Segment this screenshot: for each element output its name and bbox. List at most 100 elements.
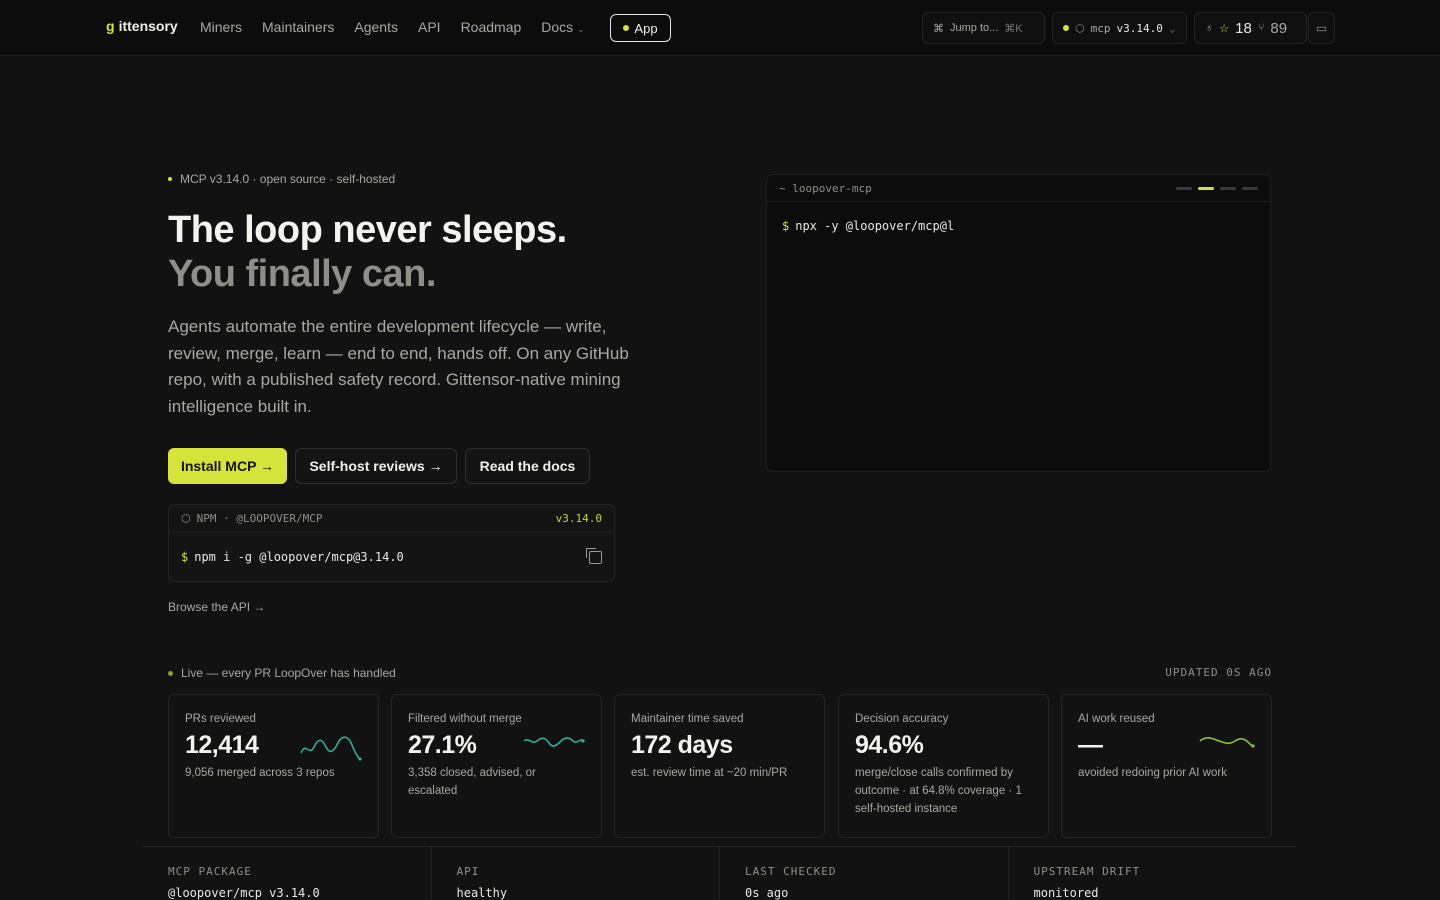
stat-sub: merge/close calls confirmed by outcome ·… [855, 767, 1022, 815]
nav-item-docs-label: Docs [541, 19, 574, 35]
stat-card-prs-reviewed: PRs reviewed 12,414 9,056 merged across … [168, 694, 379, 838]
mcp-label: mcp [1090, 21, 1111, 35]
fork-count: 89 [1270, 19, 1288, 37]
stat-label: Filtered without merge [408, 713, 522, 725]
pager-dot-active[interactable] [1198, 186, 1214, 190]
install-mcp-button[interactable]: Install MCP → [168, 448, 287, 484]
package-icon: ⬡ [181, 512, 191, 525]
stat-value: 94.6% [855, 731, 924, 759]
status-key: API [456, 865, 480, 878]
status-cell-api: API healthy [432, 847, 720, 900]
hero-eyebrow: MCP v3.14.0 · open source · self-hosted [168, 172, 395, 186]
stat-value: 172 days [631, 731, 733, 759]
stat-card-ai-reused: AI work reused — avoided redoing prior A… [1061, 694, 1272, 838]
main-nav: Miners Maintainers Agents API Roadmap Do… [200, 19, 585, 35]
github-icon: ♁ [1205, 22, 1214, 34]
stat-card-accuracy: Decision accuracy 94.6% merge/close call… [838, 694, 1049, 838]
status-value: 0s ago [745, 886, 789, 900]
status-key: LAST CHECKED [745, 865, 837, 878]
updated-timestamp: UPDATED 0S AGO [1165, 666, 1272, 679]
npm-command-text: npm i -g @loopover/mcp@3.14.0 [194, 550, 404, 564]
copy-icon[interactable] [586, 547, 602, 564]
stat-label: PRs reviewed [185, 713, 256, 725]
brand-mark-icon: g [106, 18, 115, 34]
stat-label: Decision accuracy [855, 713, 949, 725]
stat-sub: 3,358 closed, advised, or escalated [408, 767, 536, 797]
mcp-version-selector[interactable]: ⬡ mcp v3.14.0 ⌄ [1052, 12, 1187, 44]
status-value: @loopover/mcp v3.14.0 [168, 886, 320, 900]
status-strip: MCP PACKAGE @loopover/mcp v3.14.0 API he… [143, 846, 1296, 900]
npm-card-header: ⬡ NPM · @LOOPOVER/MCP v3.14.0 [169, 505, 614, 533]
theme-toggle-button[interactable]: ▭ [1308, 12, 1335, 44]
self-host-reviews-button[interactable]: Self-host reviews → [295, 448, 457, 484]
stat-sub: est. review time at ~20 min/PR [631, 767, 788, 779]
nav-item-roadmap[interactable]: Roadmap [461, 19, 522, 35]
pager-dot[interactable] [1220, 186, 1236, 190]
mcp-version: v3.14.0 [1116, 21, 1163, 35]
app-button-label: App [634, 20, 658, 36]
terminal-title: ~ loopover-mcp [779, 181, 872, 195]
stat-card-time-saved: Maintainer time saved 172 days est. revi… [614, 694, 825, 838]
terminal-line: $ npx -y @loopover/mcp@l [767, 202, 1270, 250]
pager-dot[interactable] [1242, 186, 1258, 190]
eyebrow-dot-icon [168, 177, 172, 181]
stat-card-filtered: Filtered without merge 27.1% 3,358 close… [391, 694, 602, 838]
live-label: Live — every PR LoopOver has handled [168, 666, 396, 680]
panel-icon: ▭ [1315, 21, 1328, 35]
stat-label: Maintainer time saved [631, 713, 744, 725]
eyebrow-text: MCP v3.14.0 · open source · self-hosted [180, 172, 396, 186]
chevron-down-icon: ⌄ [577, 24, 585, 34]
star-icon: ☆ [1219, 22, 1230, 35]
stat-sub: 9,056 merged across 3 repos [185, 767, 335, 779]
live-dot-icon [168, 670, 173, 676]
npm-install-card: ⬡ NPM · @LOOPOVER/MCP v3.14.0 $ npm i -g @… [168, 504, 615, 582]
nav-item-maintainers[interactable]: Maintainers [262, 19, 334, 35]
stat-label: AI work reused [1078, 713, 1155, 725]
sparkline-icon [1199, 737, 1255, 748]
brand-logo[interactable]: g ittensory [106, 18, 178, 34]
npm-package-label: ⬡ NPM · @LOOPOVER/MCP [181, 512, 322, 525]
prompt-symbol: $ [181, 550, 189, 564]
live-label-text: Live — every PR LoopOver has handled [181, 666, 396, 680]
status-key: MCP PACKAGE [168, 865, 252, 878]
sparkline-icon [300, 736, 362, 761]
brand-name: ittensory [118, 18, 178, 34]
status-key: UPSTREAM DRIFT [1033, 865, 1141, 878]
status-value: monitored [1033, 886, 1099, 900]
npm-version: v3.14.0 [555, 512, 602, 525]
status-dot-icon [623, 25, 630, 31]
chevron-down-icon: ⌄ [1168, 21, 1176, 35]
terminal-command: npx -y @loopover/mcp@l [795, 219, 955, 233]
hero-subtitle: You finally can. [168, 253, 436, 295]
terminal-window: ~ loopover-mcp $ npx -y @loopover/mcp@l [766, 174, 1271, 472]
jump-shortcut: ⌘K [1004, 22, 1023, 35]
status-cell-upstream-drift: UPSTREAM DRIFT monitored [1009, 847, 1297, 900]
nav-item-api[interactable]: API [418, 19, 441, 35]
jump-to-label: Jump to... [950, 22, 999, 34]
npm-label-text: NPM · @LOOPOVER/MCP [196, 512, 323, 525]
hero-description: Agents automate the entire development l… [168, 317, 629, 416]
npm-command: $ npm i -g @loopover/mcp@3.14.0 [169, 533, 614, 581]
command-icon: ⌘ [933, 22, 944, 35]
browse-api-link[interactable]: Browse the API → [168, 600, 265, 614]
terminal-pager [1176, 186, 1258, 190]
status-value: healthy [456, 886, 508, 900]
star-count: 18 [1235, 19, 1252, 37]
stat-sub: avoided redoing prior AI work [1078, 767, 1227, 779]
nav-item-docs[interactable]: Docs ⌄ [541, 19, 584, 35]
hero-title: The loop never sleeps. [168, 209, 567, 251]
read-docs-button[interactable]: Read the docs [465, 448, 590, 484]
sparkline-icon [523, 737, 585, 747]
jump-to-search[interactable]: ⌘ Jump to... ⌘K [922, 12, 1045, 44]
terminal-header: ~ loopover-mcp [767, 175, 1270, 202]
app-button[interactable]: App [610, 14, 671, 42]
status-dot-icon [1063, 25, 1069, 31]
nav-item-miners[interactable]: Miners [200, 19, 242, 35]
pager-dot[interactable] [1176, 186, 1192, 190]
nav-item-agents[interactable]: Agents [354, 19, 398, 35]
package-icon: ⬡ [1075, 21, 1085, 35]
prompt-symbol: $ [782, 219, 790, 233]
github-stats[interactable]: ♁ ☆ 18 ⑂ 89 [1194, 12, 1307, 44]
status-cell-package: MCP PACKAGE @loopover/mcp v3.14.0 [143, 847, 432, 900]
fork-icon: ⑂ [1257, 22, 1265, 34]
